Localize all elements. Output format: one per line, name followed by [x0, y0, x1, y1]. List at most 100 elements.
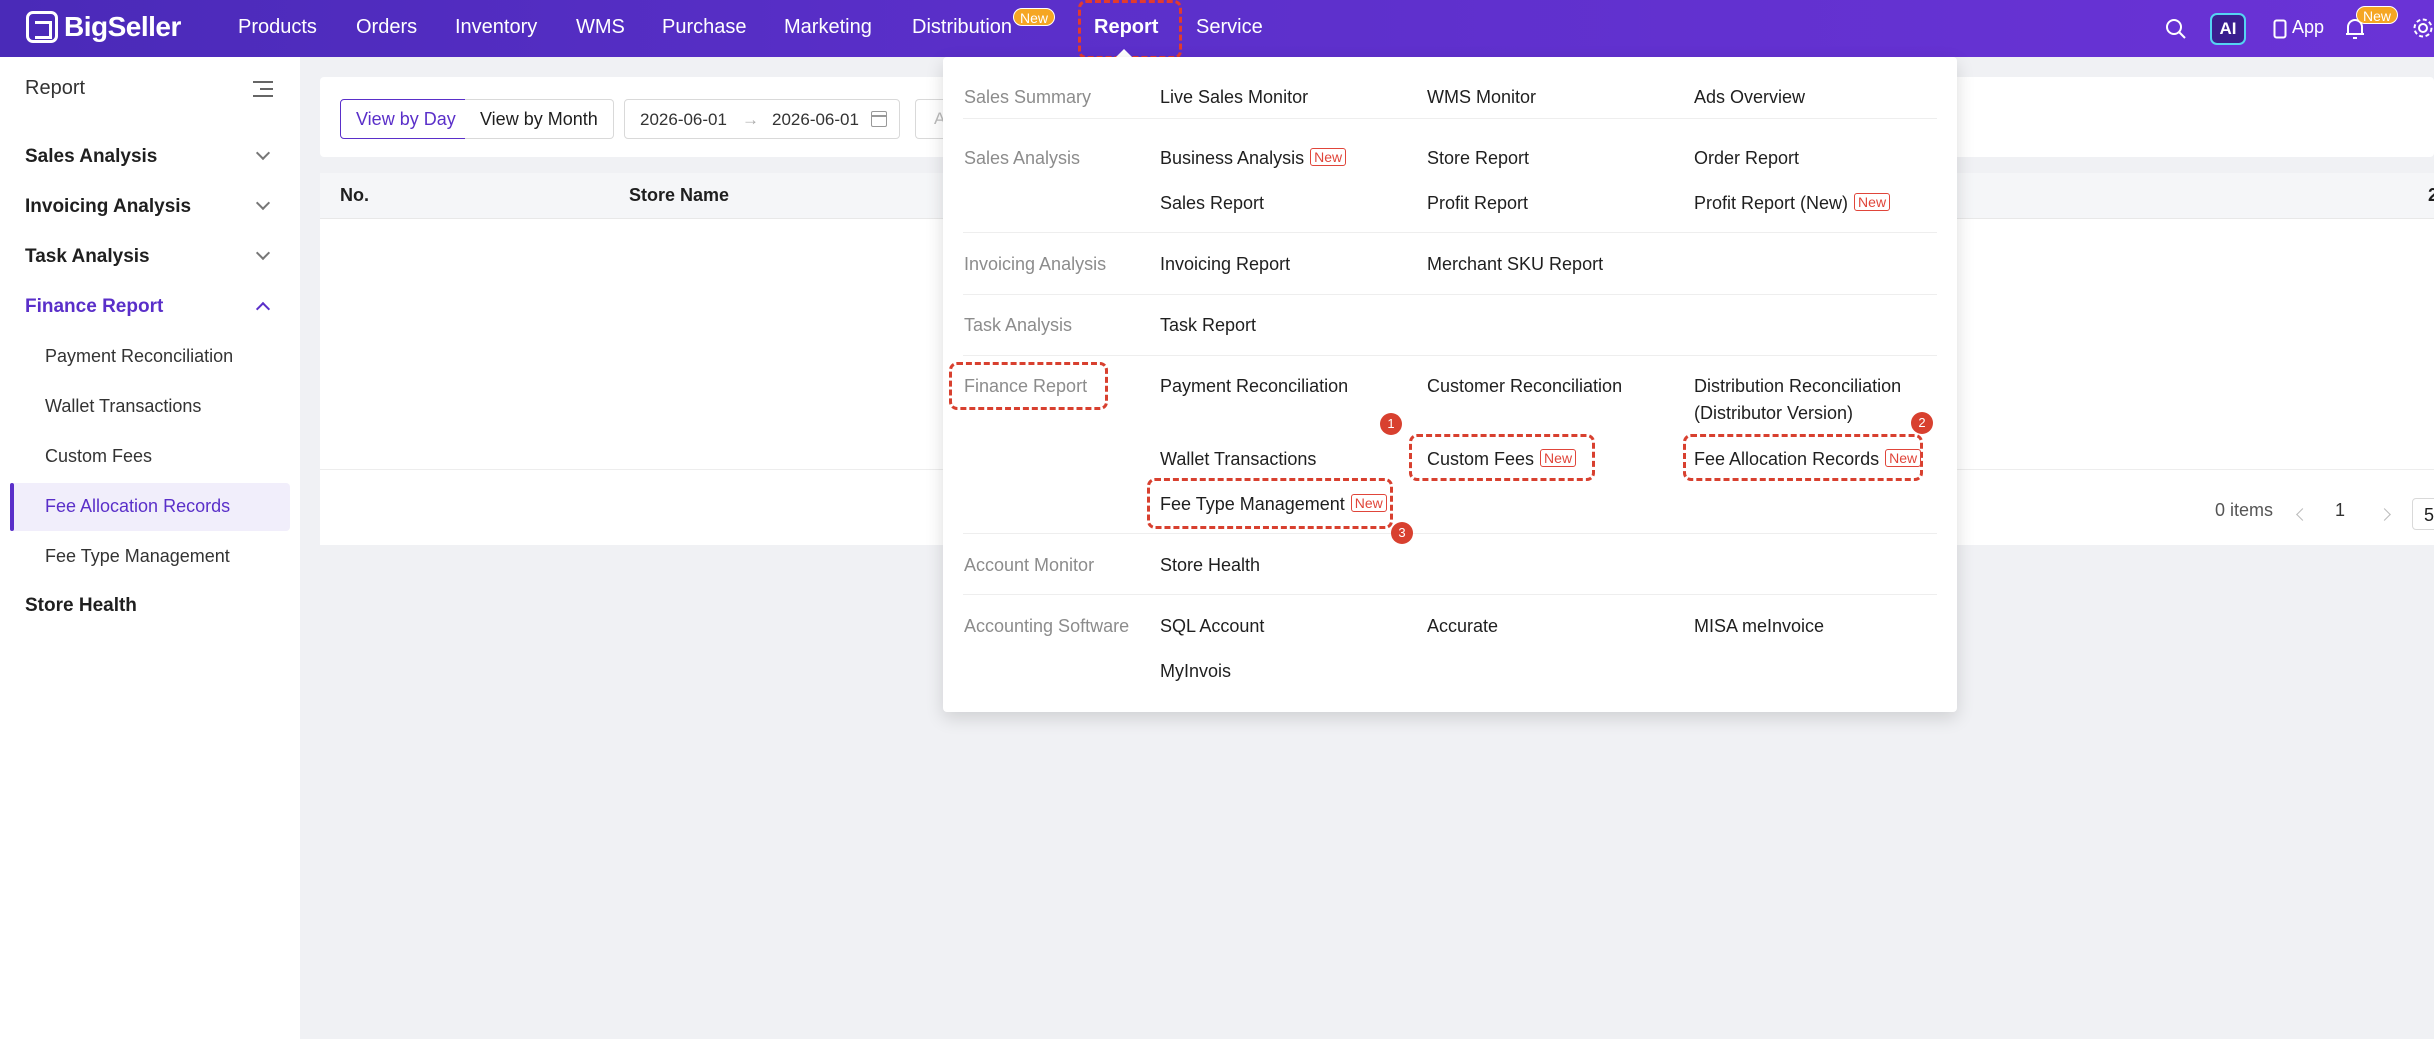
top-navigation-bar: BigSeller Products Orders Inventory WMS …	[0, 0, 2434, 59]
sidebar-item-custom-fees[interactable]: Custom Fees	[45, 446, 152, 467]
link-label-line-2: (Distributor Version)	[1694, 403, 1854, 423]
link-wallet-transactions[interactable]: Wallet Transactions	[1160, 449, 1316, 470]
link-task-report[interactable]: Task Report	[1160, 315, 1256, 336]
sidebar-item-wallet-transactions[interactable]: Wallet Transactions	[45, 396, 201, 417]
category-sales-summary: Sales Summary	[964, 87, 1092, 107]
link-label: Profit Report (New)	[1694, 193, 1849, 213]
date-from[interactable]: 2026-06-01	[640, 110, 727, 130]
new-tag: New	[1540, 449, 1577, 467]
link-accurate[interactable]: Accurate	[1427, 616, 1498, 637]
column-header-store-name: Store Name	[629, 185, 730, 205]
link-myinvois[interactable]: MyInvois	[1160, 661, 1231, 682]
chevron-down-icon[interactable]	[255, 195, 271, 211]
link-custom-fees[interactable]: Custom Fees New	[1427, 449, 1577, 470]
sidebar-group-sales-analysis[interactable]: Sales Analysis	[25, 146, 157, 168]
row-divider	[963, 232, 1937, 233]
row-divider	[963, 355, 1937, 356]
search-icon[interactable]	[2165, 18, 2187, 40]
gear-icon[interactable]	[2412, 17, 2434, 39]
date-range-picker[interactable]: 2026-06-01 → 2026-06-01	[624, 99, 900, 139]
mobile-app-icon[interactable]	[2273, 19, 2287, 39]
page-size-select[interactable]: 5	[2412, 498, 2434, 530]
notification-new-badge: New	[2356, 6, 2399, 24]
link-store-health[interactable]: Store Health	[1160, 555, 1260, 576]
link-misa-meinvoice[interactable]: MISA meInvoice	[1694, 616, 1824, 637]
nav-orders[interactable]: Orders	[356, 0, 417, 57]
link-business-analysis[interactable]: Business Analysis New	[1160, 148, 1347, 169]
app-link[interactable]: App	[2292, 0, 2324, 57]
row-divider	[963, 533, 1937, 534]
row-divider	[963, 294, 1937, 295]
new-tag: New	[1310, 148, 1347, 166]
chevron-down-icon[interactable]	[255, 145, 271, 161]
collapse-sidebar-icon[interactable]	[253, 81, 273, 97]
calendar-icon[interactable]	[871, 111, 887, 127]
link-sales-report[interactable]: Sales Report	[1160, 193, 1264, 214]
link-invoicing-report[interactable]: Invoicing Report	[1160, 254, 1290, 275]
sidebar-selected-indicator	[10, 483, 14, 531]
sidebar-title: Report	[25, 77, 86, 99]
row-divider	[963, 118, 1937, 119]
view-by-day-button[interactable]: View by Day	[340, 99, 472, 139]
sidebar-group-finance-report[interactable]: Finance Report	[25, 296, 163, 318]
ai-assistant-button[interactable]: AI	[2210, 13, 2246, 45]
category-invoicing-analysis: Invoicing Analysis	[964, 254, 1107, 274]
date-to[interactable]: 2026-06-01	[772, 110, 859, 130]
new-tag: New	[1350, 494, 1387, 512]
link-profit-report[interactable]: Profit Report	[1427, 193, 1528, 214]
link-order-report[interactable]: Order Report	[1694, 148, 1799, 169]
distribution-new-badge: New	[1013, 8, 1056, 26]
link-live-sales-monitor[interactable]: Live Sales Monitor	[1160, 87, 1308, 108]
sidebar-group-task-analysis[interactable]: Task Analysis	[25, 246, 150, 268]
logo-text: BigSeller	[64, 11, 181, 42]
link-payment-reconciliation[interactable]: Payment Reconciliation	[1160, 376, 1348, 397]
sidebar-item-payment-reconciliation[interactable]: Payment Reconciliation	[45, 346, 233, 367]
callout-badge-2: 2	[1911, 412, 1933, 434]
category-accounting-software: Accounting Software	[964, 616, 1130, 636]
view-by-month-button[interactable]: View by Month	[465, 99, 614, 139]
new-tag: New	[1854, 193, 1891, 211]
sidebar-item-fee-allocation-records[interactable]: Fee Allocation Records	[45, 496, 230, 517]
row-divider	[963, 594, 1937, 595]
link-distribution-reconciliation[interactable]: Distribution Reconciliation (Distributor…	[1694, 376, 1901, 424]
link-merchant-sku-report[interactable]: Merchant SKU Report	[1427, 254, 1603, 275]
nav-service[interactable]: Service	[1196, 0, 1263, 57]
logo-icon	[26, 11, 58, 43]
link-wms-monitor[interactable]: WMS Monitor	[1427, 87, 1536, 108]
chevron-up-icon[interactable]	[255, 301, 271, 317]
link-profit-report-new[interactable]: Profit Report (New) New	[1694, 193, 1891, 214]
pagination-total: 0 items	[2215, 500, 2274, 520]
chevron-down-icon[interactable]	[255, 245, 271, 261]
sidebar-item-fee-type-management[interactable]: Fee Type Management	[45, 546, 230, 567]
link-sql-account[interactable]: SQL Account	[1160, 616, 1264, 637]
column-header-no: No.	[340, 185, 369, 205]
category-finance-report: Finance Report	[964, 376, 1088, 396]
link-ads-overview[interactable]: Ads Overview	[1694, 87, 1805, 108]
category-sales-analysis: Sales Analysis	[964, 148, 1081, 168]
link-label: Fee Allocation Records	[1694, 449, 1880, 469]
category-task-analysis: Task Analysis	[964, 315, 1073, 335]
sidebar-group-invoicing-analysis[interactable]: Invoicing Analysis	[25, 196, 191, 218]
nav-marketing[interactable]: Marketing	[784, 0, 872, 57]
link-fee-type-management[interactable]: Fee Type Management New	[1160, 494, 1387, 515]
nav-inventory[interactable]: Inventory	[455, 0, 537, 57]
nav-distribution[interactable]: Distribution	[912, 0, 1012, 57]
link-fee-allocation-records[interactable]: Fee Allocation Records New	[1694, 449, 1922, 470]
link-label: Custom Fees	[1427, 449, 1535, 469]
report-dropdown-menu: Sales Summary Live Sales Monitor WMS Mon…	[943, 57, 1957, 712]
callout-badge-1: 1	[1380, 413, 1402, 435]
date-range-arrow: →	[742, 110, 759, 129]
nav-products[interactable]: Products	[238, 0, 317, 57]
bigseller-logo[interactable]: BigSeller	[26, 11, 181, 43]
dropdown-caret	[1116, 49, 1132, 57]
link-customer-reconciliation[interactable]: Customer Reconciliation	[1427, 376, 1622, 397]
link-label: Business Analysis	[1160, 148, 1305, 168]
column-header-partial: 2	[2428, 185, 2434, 205]
current-page[interactable]: 1	[2335, 500, 2345, 521]
category-account-monitor: Account Monitor	[964, 555, 1095, 575]
link-store-report[interactable]: Store Report	[1427, 148, 1529, 169]
sidebar-group-store-health[interactable]: Store Health	[25, 595, 137, 617]
nav-wms[interactable]: WMS	[576, 0, 625, 57]
nav-purchase[interactable]: Purchase	[662, 0, 747, 57]
callout-badge-3: 3	[1391, 522, 1413, 544]
